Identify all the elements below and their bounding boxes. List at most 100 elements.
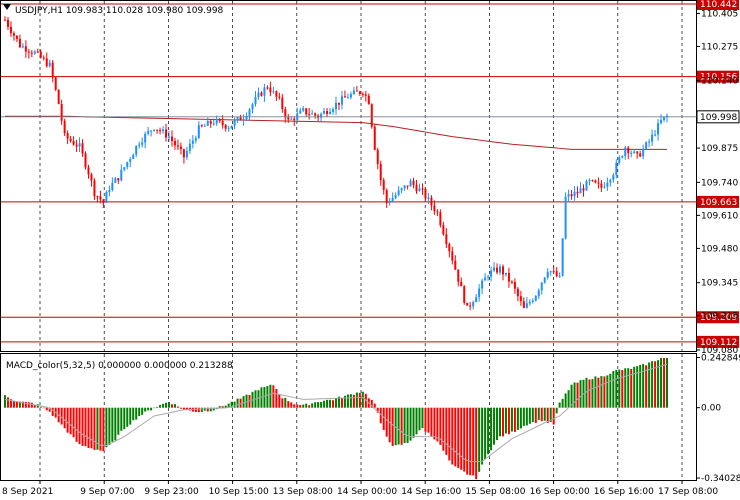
macd-bar	[284, 397, 287, 408]
candle-body	[597, 182, 600, 184]
candle-body	[406, 185, 409, 187]
macd-bar	[493, 407, 496, 445]
candle-body	[72, 141, 75, 145]
candle-body	[257, 92, 260, 98]
candle-body	[358, 91, 361, 94]
macd-bar	[120, 407, 123, 431]
candle-body	[507, 272, 510, 282]
macd-bar	[484, 407, 487, 459]
candle-body	[630, 152, 633, 154]
candle-body	[519, 296, 522, 302]
candle-body	[579, 188, 582, 194]
macd-bar	[144, 407, 147, 412]
candle-body	[269, 87, 272, 93]
macd-tick-label: -0.340288	[701, 474, 740, 484]
candle-body	[54, 77, 57, 90]
candle-body	[165, 129, 168, 138]
candle-body	[45, 58, 48, 67]
candle-body	[460, 281, 463, 287]
macd-bar	[579, 380, 582, 408]
macd-bar	[90, 407, 93, 449]
macd-bar	[642, 363, 645, 408]
candle-body	[546, 271, 549, 278]
macd-bar	[421, 407, 424, 429]
candle-body	[510, 281, 513, 283]
macd-bar	[522, 407, 525, 426]
candle-body	[436, 211, 439, 213]
time-tick-label: 10 Sep 15:00	[209, 487, 269, 497]
candle-body	[364, 94, 367, 96]
candle-body	[102, 199, 105, 203]
candle-body	[159, 129, 162, 131]
candle-body	[39, 51, 42, 58]
candle-body	[81, 143, 84, 154]
candle-body	[66, 133, 69, 139]
symbol-header: USDJPY,H1 109.983 110.028 109.980 109.99…	[3, 4, 224, 16]
macd-bar	[176, 406, 179, 408]
time-tick-label: 17 Sep 08:00	[658, 487, 718, 497]
macd-panel[interactable]	[0, 353, 697, 481]
candle-body	[504, 272, 507, 275]
macd-bar	[159, 404, 162, 408]
macd-bar	[278, 393, 281, 408]
macd-bar	[4, 395, 6, 408]
candle-body	[400, 188, 403, 191]
macd-bar	[63, 407, 66, 429]
macd-bar	[588, 379, 591, 408]
macd-bar	[504, 407, 507, 434]
candle-body	[448, 244, 451, 252]
candle-body	[451, 251, 454, 261]
macd-bar	[457, 407, 460, 468]
macd-bar	[412, 407, 415, 438]
macd-bar	[621, 370, 624, 408]
candle-body	[618, 157, 621, 163]
candle-body	[33, 51, 36, 54]
macd-bar	[382, 407, 385, 431]
macd-bar	[39, 406, 42, 408]
candle-body	[588, 180, 591, 182]
candle-body	[138, 144, 141, 146]
current-price-label: 109.998	[700, 113, 737, 123]
time-tick-label: 14 Sep 00:00	[337, 487, 397, 497]
macd-bar	[302, 404, 305, 408]
macd-bar	[102, 407, 105, 452]
candle-body	[251, 104, 254, 110]
candle-body	[615, 162, 618, 176]
macd-bar	[69, 407, 72, 435]
macd-bar	[320, 401, 323, 408]
candle-body	[606, 182, 609, 187]
price-tick-label: 109.875	[701, 144, 738, 154]
candle-body	[361, 93, 364, 95]
macd-bar	[147, 407, 150, 411]
price-axis[interactable]: 110.405 110.275 110.140 109.875 109.740 109.6…	[696, 9, 740, 356]
macd-bar	[170, 404, 173, 408]
macd-bar	[72, 407, 75, 438]
price-tick-label: 109.480	[701, 244, 738, 254]
candle-body	[302, 108, 305, 111]
macd-bar	[618, 369, 621, 408]
macd-bar	[427, 407, 430, 433]
macd-bar	[466, 407, 469, 475]
candle-body	[627, 147, 630, 154]
candle-body	[582, 188, 585, 191]
macd-bar	[501, 407, 504, 437]
candle-body	[421, 188, 424, 190]
macd-bar	[168, 402, 171, 408]
macd-bar	[308, 405, 311, 408]
macd-bar	[335, 398, 337, 408]
candle-body	[332, 109, 335, 112]
macd-bar	[314, 402, 317, 408]
candle-body	[522, 301, 525, 308]
macd-bar	[603, 376, 606, 408]
price-panel[interactable]	[0, 0, 697, 352]
trading-chart[interactable]: 110.442110.156109.663109.209109.112 USDJ…	[0, 0, 740, 500]
macd-bar	[111, 407, 114, 442]
candle-body	[409, 180, 412, 187]
time-axis[interactable]: 8 Sep 2021 9 Sep 07:00 9 Sep 23:00 10 Sep 1…	[2, 480, 718, 497]
macd-bar	[451, 407, 454, 465]
macd-bar	[361, 391, 364, 408]
candle-body	[549, 271, 552, 273]
candle-body	[585, 181, 588, 191]
candle-body	[326, 111, 329, 115]
macd-bar	[150, 407, 153, 411]
